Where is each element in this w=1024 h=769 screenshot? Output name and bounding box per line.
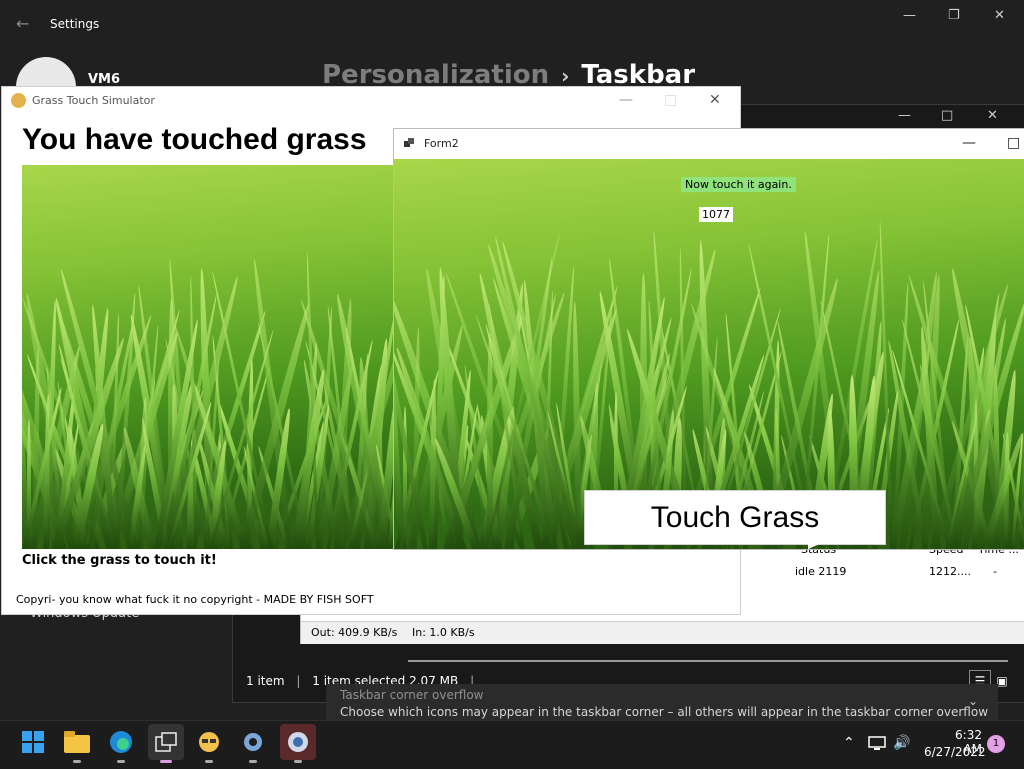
form-icon xyxy=(404,138,414,147)
minimize-icon[interactable]: — xyxy=(903,8,916,23)
clock-date[interactable]: 6/27/2022 xyxy=(924,745,986,759)
settings-title: Settings xyxy=(50,17,100,31)
row-speed: 1212.... xyxy=(929,565,971,578)
gts-maximize-icon[interactable]: □ xyxy=(664,92,677,108)
tray-chevron-up-icon[interactable]: ⌃ xyxy=(843,735,855,751)
gts-title: Grass Touch Simulator xyxy=(32,94,155,107)
in-rate: In: 1.0 KB/s xyxy=(412,626,475,639)
gts-close-icon[interactable]: ✕ xyxy=(709,92,721,108)
copyright-label: Copyri- you know what fuck it no copyrig… xyxy=(16,593,374,606)
volume-icon[interactable]: 🔊 xyxy=(893,735,910,751)
gts-minimize-icon[interactable]: — xyxy=(619,92,633,108)
divider xyxy=(408,660,1008,662)
task-view-icon[interactable] xyxy=(148,724,184,760)
row-status: idle 2119 xyxy=(795,565,847,578)
maximize-icon[interactable]: ❐ xyxy=(948,8,960,23)
active-window-indicator xyxy=(160,760,172,763)
touch-grass-button[interactable]: Touch Grass xyxy=(584,490,886,545)
touch-again-label: Now touch it again. xyxy=(681,177,796,192)
click-instruction: Click the grass to touch it! xyxy=(22,553,217,568)
form2-minimize-icon[interactable]: — xyxy=(962,135,976,151)
edge-browser-icon[interactable] xyxy=(107,728,135,756)
overflow-title: Taskbar corner overflow xyxy=(340,688,484,702)
start-icon[interactable] xyxy=(19,728,47,756)
edge-running-indicator xyxy=(117,760,125,763)
form2-app-icon[interactable] xyxy=(280,724,316,760)
explorer-running-indicator xyxy=(73,760,81,763)
notification-badge[interactable]: 1 xyxy=(987,735,1005,753)
form2-running-indicator xyxy=(294,760,302,763)
gts-heading: You have touched grass xyxy=(22,123,367,156)
explorer-minimize-icon[interactable]: — xyxy=(898,108,911,123)
app-running-indicator xyxy=(205,760,213,763)
explorer-maximize-icon[interactable]: □ xyxy=(941,108,953,123)
network-icon[interactable] xyxy=(868,735,886,755)
status-items: 1 item xyxy=(246,674,285,688)
out-rate: Out: 409.9 KB/s xyxy=(311,626,398,639)
grass-image[interactable] xyxy=(22,165,396,549)
grass-blade xyxy=(487,332,493,549)
file-explorer-icon[interactable] xyxy=(63,728,91,756)
form2-titlebar[interactable] xyxy=(394,129,1024,159)
settings-gear-icon[interactable] xyxy=(239,728,267,756)
touch-counter: 1077 xyxy=(699,207,733,222)
form2-maximize-icon[interactable]: □ xyxy=(1007,135,1020,151)
explorer-close-icon[interactable]: ✕ xyxy=(987,108,998,123)
chevron-right-icon: › xyxy=(561,64,570,88)
nerd-face-icon xyxy=(11,93,26,108)
settings-running-indicator xyxy=(249,760,257,763)
form2-title: Form2 xyxy=(424,137,459,150)
back-arrow-icon[interactable]: ← xyxy=(16,14,29,33)
grass-simulator-app-icon[interactable] xyxy=(195,728,223,756)
row-time: - xyxy=(993,565,997,578)
close-icon[interactable]: ✕ xyxy=(994,8,1005,23)
chevron-down-icon[interactable]: ⌄ xyxy=(968,694,978,708)
network-status-bar: Out: 409.9 KB/s In: 1.0 KB/s xyxy=(301,621,1024,644)
form2-window: Form2 — □ Now touch it again. 1077 Touch… xyxy=(393,128,1024,550)
user-name: VM6 xyxy=(88,72,121,87)
